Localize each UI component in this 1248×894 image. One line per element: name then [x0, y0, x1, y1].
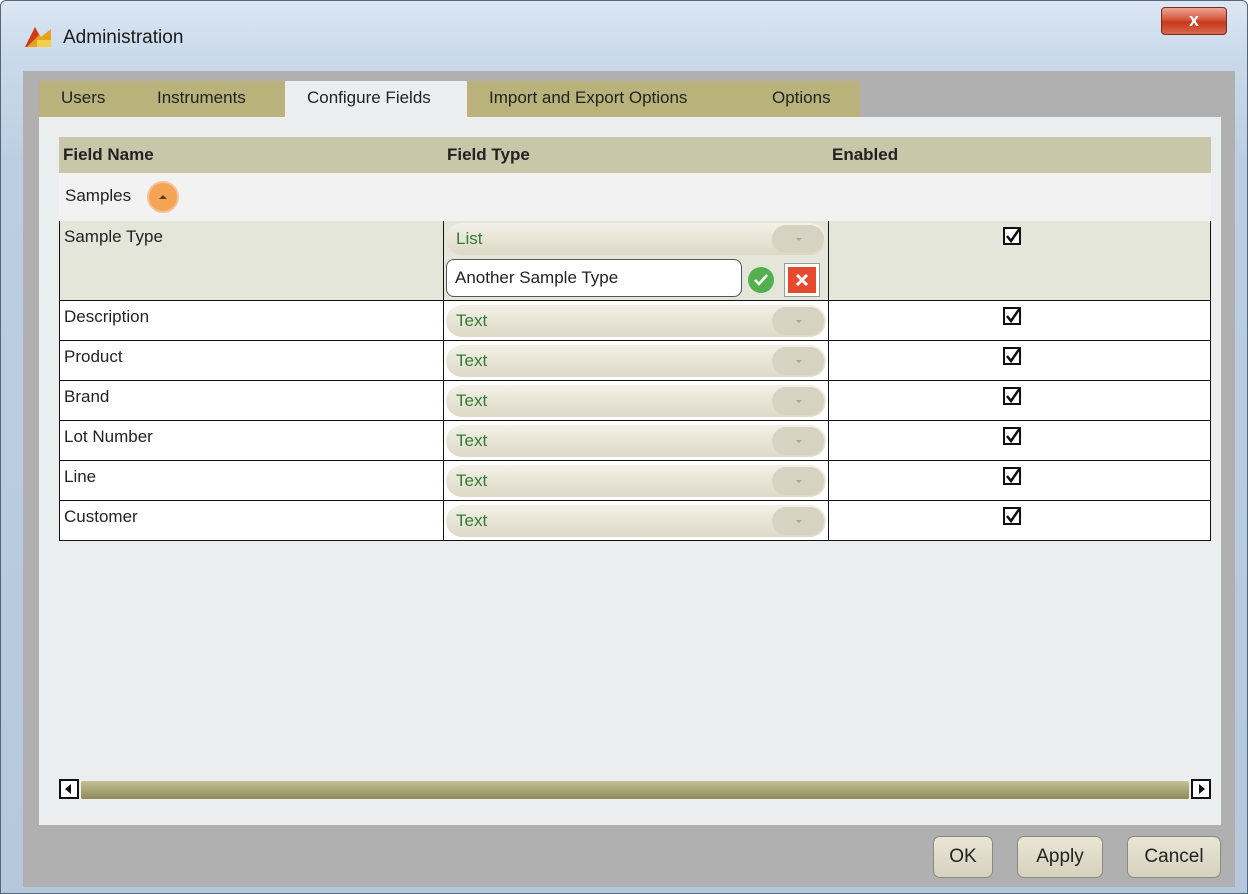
checkmark-icon — [1006, 387, 1021, 404]
window-title: Administration — [63, 27, 184, 48]
checkmark-icon — [1006, 307, 1021, 324]
checkmark-icon — [1006, 507, 1021, 524]
checkmark-icon — [1006, 467, 1021, 484]
chevron-down-icon[interactable] — [772, 467, 824, 495]
enabled-checkbox[interactable] — [1003, 427, 1021, 445]
configure-fields-panel: Field Name Field Type Enabled Samples Sa… — [39, 117, 1221, 825]
table-row-editing[interactable]: Sample Type List — [59, 221, 1211, 301]
chevron-down-icon[interactable] — [772, 427, 824, 455]
field-type-value: Text — [456, 351, 488, 370]
administration-window: Administration x Users Instruments Confi… — [0, 0, 1248, 894]
field-name-cell: Product — [59, 341, 443, 380]
field-type-dropdown[interactable]: List — [446, 223, 826, 255]
table-row[interactable]: Customer Text — [59, 501, 1211, 541]
close-button[interactable]: x — [1161, 7, 1227, 35]
enabled-cell — [828, 221, 1211, 300]
group-label: Samples — [65, 186, 132, 205]
table-row[interactable]: Product Text — [59, 341, 1211, 381]
field-type-dropdown[interactable]: Text — [446, 505, 826, 537]
enabled-checkbox[interactable] — [1003, 387, 1021, 405]
chevron-down-icon[interactable] — [772, 307, 824, 335]
group-row-samples: Samples — [59, 173, 1211, 221]
field-name-cell: Brand — [59, 381, 443, 420]
dialog-client-area: Users Instruments Configure Fields Impor… — [23, 71, 1235, 887]
tab-configure-fields[interactable]: Configure Fields — [285, 81, 467, 117]
enabled-checkbox[interactable] — [1003, 507, 1021, 525]
field-type-value: Text — [456, 391, 488, 410]
chevron-down-icon[interactable] — [772, 387, 824, 415]
enabled-cell — [828, 381, 1211, 420]
enabled-checkbox[interactable] — [1003, 227, 1021, 245]
field-type-value: Text — [456, 431, 488, 450]
field-type-dropdown[interactable]: Text — [446, 465, 826, 497]
cancel-x-icon — [788, 267, 816, 293]
tab-users[interactable]: Users — [39, 81, 135, 117]
enabled-checkbox[interactable] — [1003, 307, 1021, 325]
close-icon: x — [1188, 10, 1199, 30]
checkmark-icon — [1006, 347, 1021, 364]
field-type-cell: List — [443, 221, 828, 300]
checkmark-icon — [1006, 427, 1021, 444]
enabled-cell — [828, 301, 1211, 340]
column-header-enabled[interactable]: Enabled — [828, 137, 1211, 173]
scroll-left-button[interactable] — [59, 779, 79, 799]
title-bar: Administration x — [1, 1, 1247, 73]
tab-import-export-options[interactable]: Import and Export Options — [467, 81, 750, 117]
field-type-value: List — [456, 229, 483, 248]
table-row[interactable]: Description Text — [59, 301, 1211, 341]
scrollbar-thumb[interactable] — [81, 781, 1189, 799]
tab-options[interactable]: Options — [750, 81, 860, 117]
cancel-x-button[interactable] — [784, 263, 820, 297]
apply-button[interactable]: Apply — [1017, 836, 1103, 878]
enabled-cell — [828, 341, 1211, 380]
field-type-cell: Text — [443, 501, 828, 540]
tab-instruments[interactable]: Instruments — [135, 81, 285, 117]
field-name-cell: Description — [59, 301, 443, 340]
field-type-cell: Text — [443, 421, 828, 460]
checkmark-icon — [1006, 227, 1021, 244]
new-list-item-input[interactable] — [446, 259, 742, 297]
field-name-cell: Customer — [59, 501, 443, 540]
chevron-down-icon[interactable] — [772, 507, 824, 535]
field-name-cell: Sample Type — [59, 221, 443, 300]
field-type-dropdown[interactable]: Text — [446, 345, 826, 377]
scroll-right-button[interactable] — [1191, 779, 1211, 799]
field-type-dropdown[interactable]: Text — [446, 305, 826, 337]
field-type-value: Text — [456, 471, 488, 490]
field-type-value: Text — [456, 511, 488, 530]
field-type-cell: Text — [443, 381, 828, 420]
column-header-field-name[interactable]: Field Name — [59, 137, 443, 173]
ok-button[interactable]: OK — [933, 836, 993, 878]
field-type-cell: Text — [443, 301, 828, 340]
field-type-cell: Text — [443, 461, 828, 500]
table-row[interactable]: Lot Number Text — [59, 421, 1211, 461]
chevron-down-icon[interactable] — [772, 347, 824, 375]
horizontal-scrollbar[interactable] — [59, 779, 1211, 801]
table-row[interactable]: Line Text — [59, 461, 1211, 501]
enabled-cell — [828, 421, 1211, 460]
chevron-up-icon — [159, 195, 167, 199]
grid-header: Field Name Field Type Enabled — [59, 137, 1211, 173]
enabled-cell — [828, 501, 1211, 540]
arrow-left-icon — [65, 784, 71, 794]
field-type-dropdown[interactable]: Text — [446, 425, 826, 457]
enabled-checkbox[interactable] — [1003, 347, 1021, 365]
table-row[interactable]: Brand Text — [59, 381, 1211, 421]
cancel-button[interactable]: Cancel — [1127, 836, 1221, 878]
field-type-value: Text — [456, 311, 488, 330]
field-name-cell: Lot Number — [59, 421, 443, 460]
chevron-down-icon[interactable] — [772, 225, 824, 253]
field-type-cell: Text — [443, 341, 828, 380]
app-logo-icon — [23, 25, 53, 49]
confirm-check-icon[interactable] — [748, 267, 774, 293]
enabled-cell — [828, 461, 1211, 500]
field-name-cell: Line — [59, 461, 443, 500]
field-type-dropdown[interactable]: Text — [446, 385, 826, 417]
arrow-right-icon — [1199, 784, 1205, 794]
fields-grid: Field Name Field Type Enabled Samples Sa… — [59, 137, 1211, 541]
enabled-checkbox[interactable] — [1003, 467, 1021, 485]
collapse-group-button[interactable] — [147, 181, 179, 213]
tab-strip: Users Instruments Configure Fields Impor… — [39, 81, 860, 117]
column-header-field-type[interactable]: Field Type — [443, 137, 828, 173]
